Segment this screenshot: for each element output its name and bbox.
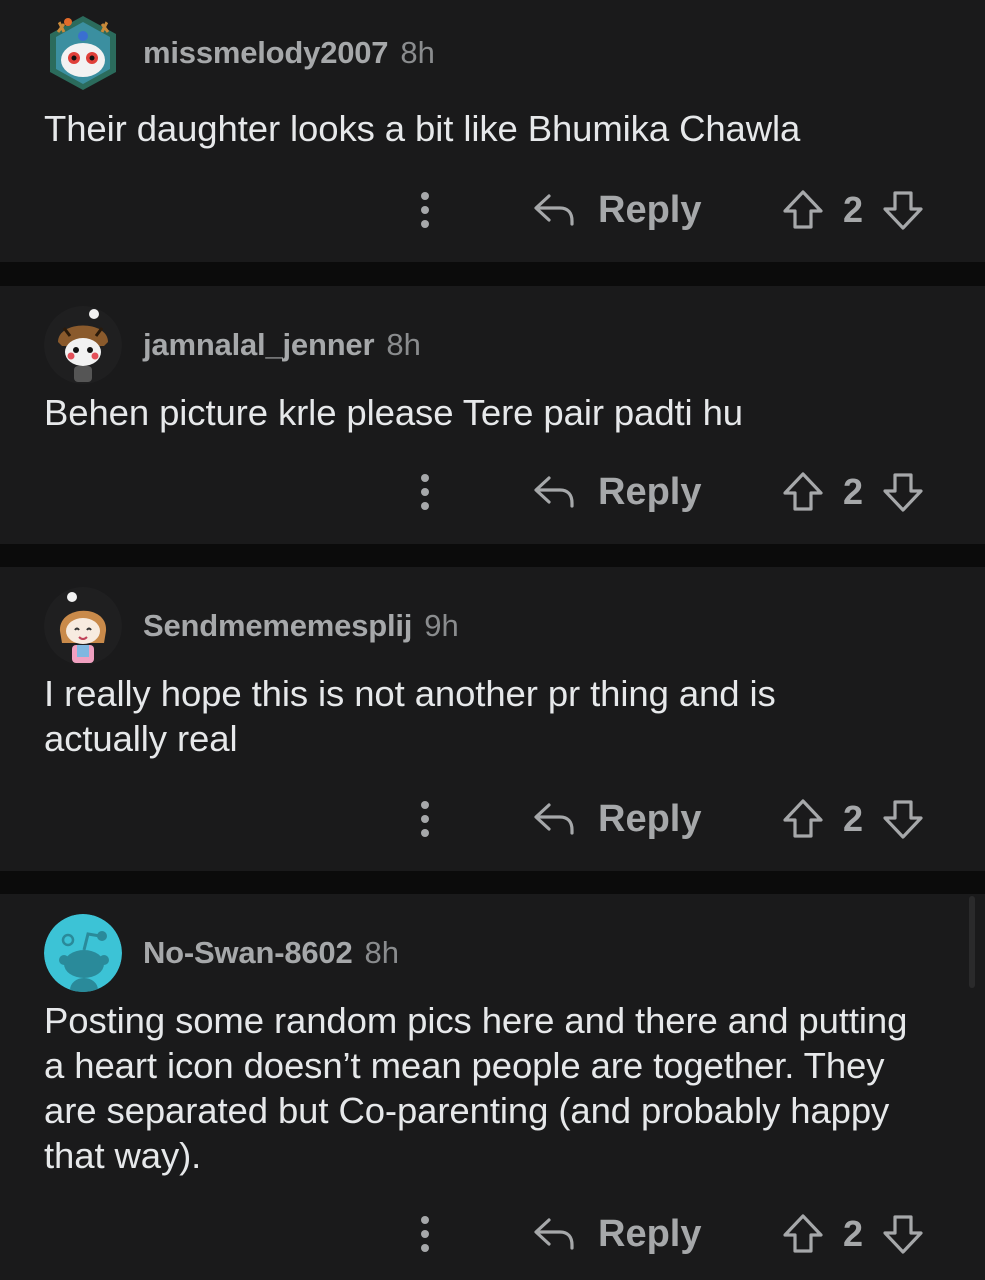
more-icon	[421, 474, 429, 482]
comment-header: missmelody2007 8h	[44, 14, 435, 92]
avatar[interactable]	[44, 306, 122, 384]
more-icon	[421, 192, 429, 200]
vote-control: 2	[780, 789, 926, 849]
avatar[interactable]	[44, 914, 122, 992]
girl-snoo-avatar-icon	[44, 587, 122, 665]
timestamp: 8h	[364, 935, 399, 970]
reply-button[interactable]: Reply	[532, 462, 701, 522]
reply-label: Reply	[598, 1212, 702, 1255]
comment-text: Behen picture krle please Tere pair padt…	[44, 392, 744, 433]
comment-actions: Reply 2	[0, 462, 985, 522]
upvote-icon[interactable]	[780, 187, 826, 233]
username[interactable]: missmelody2007	[143, 35, 389, 71]
reply-label: Reply	[598, 797, 702, 840]
comment-text: Their daughter looks a bit like Bhumika …	[44, 108, 801, 149]
default-snoo-avatar-icon	[44, 914, 122, 992]
reply-arrow-icon	[534, 803, 574, 835]
comment-text: Posting some random pics here and there …	[44, 1000, 908, 1176]
reply-button[interactable]: Reply	[532, 180, 701, 240]
more-options-button[interactable]	[410, 462, 440, 522]
comment: missmelody2007 8h Their daughter looks a…	[0, 0, 985, 262]
downvote-icon[interactable]	[880, 469, 926, 515]
reply-label: Reply	[598, 188, 702, 231]
vote-score: 2	[842, 798, 864, 839]
downvote-icon[interactable]	[880, 796, 926, 842]
comment-header: jamnalal_jenner 8h	[44, 306, 421, 384]
username[interactable]: Sendmememesplij	[143, 608, 412, 644]
reply-button[interactable]: Reply	[532, 1204, 701, 1264]
timestamp: 8h	[386, 327, 421, 362]
tiger-hood-snoo-avatar-icon	[44, 306, 122, 384]
upvote-icon[interactable]	[780, 796, 826, 842]
avatar[interactable]	[44, 14, 122, 92]
more-options-button[interactable]	[410, 180, 440, 240]
comment-text: I really hope this is not another pr thi…	[44, 673, 776, 759]
downvote-icon[interactable]	[880, 1211, 926, 1257]
scrollbar[interactable]	[969, 896, 975, 988]
more-icon	[421, 1216, 429, 1224]
comment-header: Sendmememesplij 9h	[44, 587, 459, 665]
timestamp: 9h	[424, 608, 459, 643]
deer-snoo-avatar-icon	[50, 16, 116, 90]
vote-control: 2	[780, 462, 926, 522]
more-icon	[421, 801, 429, 809]
upvote-icon[interactable]	[780, 1211, 826, 1257]
more-options-button[interactable]	[410, 1204, 440, 1264]
downvote-icon[interactable]	[880, 187, 926, 233]
vote-score: 2	[842, 471, 864, 512]
reply-label: Reply	[598, 470, 702, 513]
timestamp: 8h	[400, 35, 435, 70]
vote-control: 2	[780, 180, 926, 240]
reply-arrow-icon	[534, 476, 574, 508]
vote-score: 2	[842, 189, 864, 230]
comment-actions: Reply 2	[0, 180, 985, 240]
comment-thread: missmelody2007 8h Their daughter looks a…	[0, 0, 985, 1280]
comment: jamnalal_jenner 8h Behen picture krle pl…	[0, 286, 985, 544]
username[interactable]: jamnalal_jenner	[143, 327, 375, 363]
comment-actions: Reply 2	[0, 789, 985, 849]
username[interactable]: No-Swan-8602	[143, 935, 353, 971]
upvote-icon[interactable]	[780, 469, 826, 515]
more-options-button[interactable]	[410, 789, 440, 849]
avatar[interactable]	[44, 587, 122, 665]
reply-arrow-icon	[534, 1218, 574, 1250]
comment: Sendmememesplij 9h I really hope this is…	[0, 567, 985, 871]
vote-score: 2	[842, 1213, 864, 1254]
comment-actions: Reply 2	[0, 1204, 985, 1264]
comment: No-Swan-8602 8h Posting some random pics…	[0, 894, 985, 1280]
vote-control: 2	[780, 1204, 926, 1264]
reply-button[interactable]: Reply	[532, 789, 701, 849]
reply-arrow-icon	[534, 194, 574, 226]
comment-header: No-Swan-8602 8h	[44, 914, 399, 992]
